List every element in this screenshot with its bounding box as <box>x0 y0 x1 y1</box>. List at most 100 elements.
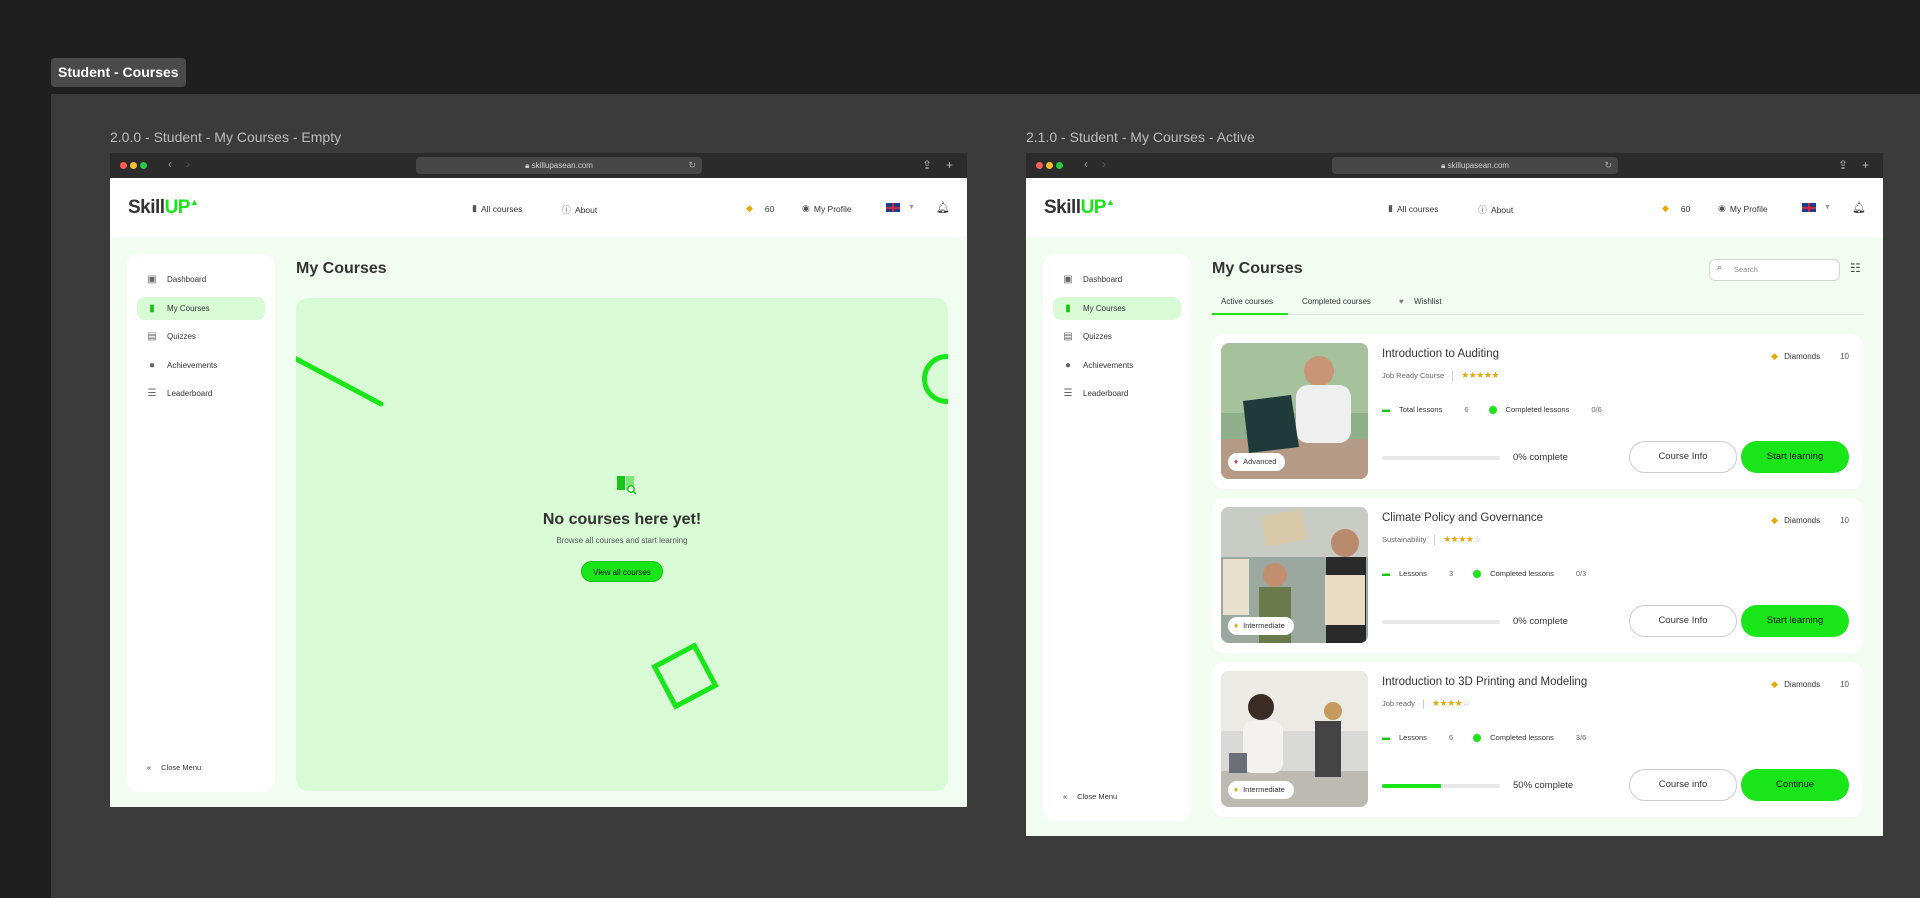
empty-state-subtitle: Browse all courses and start learning <box>556 536 688 545</box>
uk-flag-icon <box>1802 203 1816 212</box>
clipboard-icon: ▤ <box>147 331 157 342</box>
maximize-window-dot[interactable] <box>140 162 147 169</box>
course-card[interactable]: ♦ Advanced Introduction to Auditing Job … <box>1212 334 1863 489</box>
sidebar-item-my-courses[interactable]: ▮ My Courses <box>137 297 265 320</box>
empty-state-panel: No courses here yet! Browse all courses … <box>296 298 948 791</box>
sidebar-item-dashboard[interactable]: ▣ Dashboard <box>1053 268 1181 291</box>
sidebar-item-leaderboard[interactable]: ☰ Leaderboard <box>1053 382 1181 405</box>
course-category: Job Ready Course <box>1382 371 1445 380</box>
course-meta: Sustainability ★★★★☆ <box>1382 534 1482 545</box>
lessons-summary: ▬ Lessons 6 Completed lessons 3/6 <box>1382 733 1587 742</box>
course-info-button[interactable]: Course info <box>1629 769 1737 801</box>
bell-icon[interactable]: 🔔︎ <box>1852 201 1866 214</box>
minimize-window-dot[interactable] <box>1046 162 1053 169</box>
nav-about[interactable]: ⓘ About <box>1478 203 1513 216</box>
tab-wishlist[interactable]: ♥ Wishlist <box>1399 295 1442 315</box>
close-menu-button[interactable]: « Close Menu <box>147 763 201 772</box>
start-learning-button[interactable]: Start learning <box>1741 605 1849 637</box>
url-bar[interactable]: 🔒︎ skillupasean.com ↻ <box>416 157 702 174</box>
course-category: Sustainability <box>1382 535 1427 544</box>
forward-arrow-icon[interactable]: › <box>186 157 190 171</box>
course-thumbnail: ♦ Intermediate <box>1221 507 1368 643</box>
course-info-button[interactable]: Course Info <box>1629 605 1737 637</box>
completed-icon <box>1488 405 1497 414</box>
progress-label: 0% complete <box>1513 452 1568 463</box>
back-arrow-icon[interactable]: ‹ <box>1084 157 1088 171</box>
search-icon: ⌕ <box>1717 262 1723 272</box>
decor-circle <box>922 354 948 404</box>
collapse-chevron-icon: « <box>1063 792 1068 801</box>
frame-label-active: 2.1.0 - Student - My Courses - Active <box>1026 129 1255 145</box>
course-info-button[interactable]: Course Info <box>1629 441 1737 473</box>
course-card[interactable]: ♦ Intermediate Climate Policy and Govern… <box>1212 498 1863 653</box>
nav-all-courses[interactable]: ▮ All courses <box>1388 203 1439 214</box>
sidebar-item-quizzes[interactable]: ▤ Quizzes <box>1053 325 1181 348</box>
browser-window-empty: ‹ › 🔒︎ skillupasean.com ↻ ⇪ + SkillUP▲ ▮… <box>110 153 967 807</box>
close-window-dot[interactable] <box>120 162 127 169</box>
level-icon: ♦ <box>1234 621 1239 630</box>
clipboard-icon: ▤ <box>1063 331 1073 342</box>
level-badge: ♦ Intermediate <box>1228 617 1294 635</box>
lessons-icon: ▬ <box>1382 569 1390 578</box>
decor-square <box>651 642 719 710</box>
course-card[interactable]: ♦ Intermediate Introduction to 3D Printi… <box>1212 662 1863 817</box>
sidebar-item-achievements[interactable]: ● Achievements <box>1053 354 1181 377</box>
medal-icon: ● <box>1064 360 1072 371</box>
page-title: My Courses <box>1212 260 1303 277</box>
diamond-reward: ◆ Diamonds 10 <box>1771 515 1849 525</box>
reload-icon[interactable]: ↻ <box>688 157 696 174</box>
close-window-dot[interactable] <box>1036 162 1043 169</box>
book-icon: ▮ <box>1065 303 1071 314</box>
lessons-summary: ▬ Lessons 3 Completed lessons 0/3 <box>1382 569 1587 578</box>
top-navigation: SkillUP▲ ▮ All courses ⓘ About ◆ 60 ◉ My… <box>1026 178 1883 237</box>
skillup-logo[interactable]: SkillUP▲ <box>1044 197 1115 219</box>
forward-arrow-icon[interactable]: › <box>1102 157 1106 171</box>
tab-completed-courses[interactable]: Completed courses <box>1302 295 1371 315</box>
lock-icon: 🔒︎ <box>525 161 530 170</box>
course-title[interactable]: Introduction to Auditing <box>1382 348 1499 360</box>
sidebar-item-achievements[interactable]: ● Achievements <box>137 354 265 377</box>
continue-button[interactable]: Continue <box>1741 769 1849 801</box>
sidebar-item-my-courses[interactable]: ▮ My Courses <box>1053 297 1181 320</box>
start-learning-button[interactable]: Start learning <box>1741 441 1849 473</box>
nav-about[interactable]: ⓘ About <box>562 203 597 216</box>
diamond-icon: ◆ <box>1771 515 1779 525</box>
divider <box>1434 534 1436 545</box>
profile-icon: ◉ <box>802 203 810 213</box>
nav-all-courses[interactable]: ▮ All courses <box>472 203 523 214</box>
minimize-window-dot[interactable] <box>130 162 137 169</box>
filter-icon[interactable]: ☷ <box>1850 261 1861 275</box>
progress-label: 50% complete <box>1513 780 1574 791</box>
bell-icon[interactable]: 🔔︎ <box>936 201 950 214</box>
new-tab-icon[interactable]: + <box>946 158 953 172</box>
rating-stars: ★★★★☆ <box>1443 534 1482 544</box>
decor-line <box>296 351 385 408</box>
course-meta: Job ready ★★★★☆ <box>1382 698 1470 709</box>
reload-icon[interactable]: ↻ <box>1604 157 1612 174</box>
share-icon[interactable]: ⇪ <box>922 158 932 172</box>
search-input[interactable]: Search <box>1709 259 1840 281</box>
share-icon[interactable]: ⇪ <box>1838 158 1848 172</box>
course-title[interactable]: Climate Policy and Governance <box>1382 512 1543 524</box>
course-title[interactable]: Introduction to 3D Printing and Modeling <box>1382 676 1587 688</box>
language-selector[interactable]: ▼ <box>886 203 915 212</box>
view-all-courses-button[interactable]: View all courses <box>581 561 663 582</box>
new-tab-icon[interactable]: + <box>1862 158 1869 172</box>
book-icon: ▮ <box>149 303 155 314</box>
progress-bar <box>1382 456 1500 460</box>
nav-my-profile[interactable]: ◉ My Profile <box>802 203 852 214</box>
skillup-logo[interactable]: SkillUP▲ <box>128 197 199 219</box>
chevron-down-icon: ▼ <box>908 204 915 211</box>
dashboard-icon: ▣ <box>147 274 157 285</box>
url-bar[interactable]: 🔒︎ skillupasean.com ↻ <box>1332 157 1618 174</box>
diamond-icon: ◆ <box>1771 679 1779 689</box>
sidebar-item-quizzes[interactable]: ▤ Quizzes <box>137 325 265 348</box>
nav-my-profile[interactable]: ◉ My Profile <box>1718 203 1768 214</box>
sidebar-item-dashboard[interactable]: ▣ Dashboard <box>137 268 265 291</box>
tab-active-courses[interactable]: Active courses <box>1212 295 1288 315</box>
sidebar-item-leaderboard[interactable]: ☰ Leaderboard <box>137 382 265 405</box>
close-menu-button[interactable]: « Close Menu <box>1063 792 1117 801</box>
back-arrow-icon[interactable]: ‹ <box>168 157 172 171</box>
maximize-window-dot[interactable] <box>1056 162 1063 169</box>
language-selector[interactable]: ▼ <box>1802 203 1831 212</box>
